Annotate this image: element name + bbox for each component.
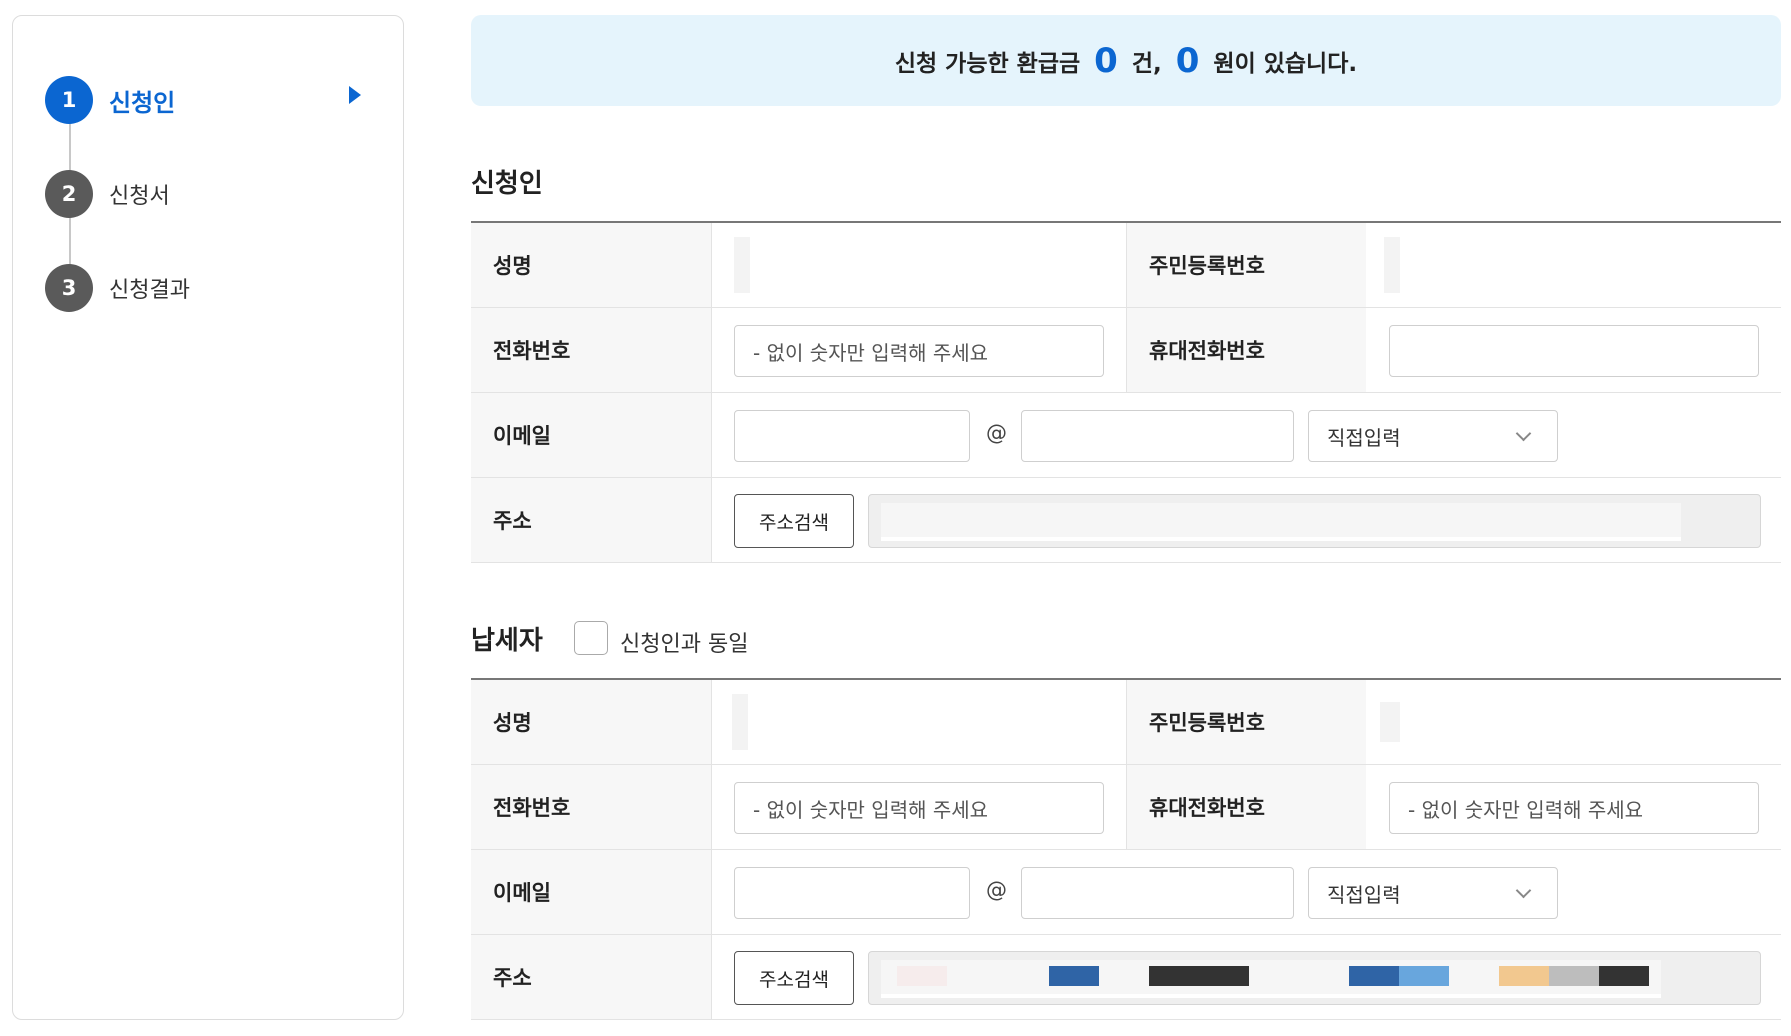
same-as-applicant-checkbox[interactable] <box>574 621 608 655</box>
address-field <box>868 951 1761 1005</box>
applicant-address-row: 주소 주소검색 <box>471 478 1781 563</box>
step-label: 신청서 <box>109 184 170 209</box>
mobile-label: 휴대전화번호 <box>1126 765 1366 849</box>
taxpayer-address-row: 주소 주소검색 <box>471 935 1781 1020</box>
step-label: 신청인 <box>109 88 176 117</box>
email-domain-select[interactable]: 직접입력 <box>1308 867 1558 919</box>
email-domain-input[interactable] <box>1021 867 1294 919</box>
address-value <box>881 503 1681 541</box>
name-label: 성명 <box>471 223 711 307</box>
email-local-input[interactable] <box>734 410 970 462</box>
email-at-sign: @ <box>986 878 1007 902</box>
rrn-label: 주민등록번호 <box>1126 223 1366 307</box>
name-value <box>732 694 748 750</box>
name-label: 성명 <box>471 680 711 764</box>
step-number: 1 <box>45 76 93 124</box>
email-domain-select-value: 직접입력 <box>1327 425 1401 450</box>
taxpayer-section-title: 납세자 <box>471 626 543 656</box>
banner-suffix: 원이 있습니다. <box>1213 50 1358 77</box>
email-local-input[interactable] <box>734 867 970 919</box>
step-number: 2 <box>45 170 93 218</box>
address-label: 주소 <box>471 935 711 1019</box>
phone-label: 전화번호 <box>471 765 711 849</box>
step-2[interactable]: 2 신청서 <box>45 170 170 218</box>
address-value-redacted <box>881 960 1661 998</box>
step-number: 3 <box>45 264 93 312</box>
taxpayer-name-row: 성명 주민등록번호 <box>471 680 1781 765</box>
mobile-input[interactable]: - 없이 숫자만 입력해 주세요 <box>1389 782 1759 834</box>
address-field <box>868 494 1761 548</box>
address-search-button[interactable]: 주소검색 <box>734 951 854 1005</box>
refund-summary-banner: 신청 가능한 환급금 0 건, 0 원이 있습니다. <box>471 15 1781 106</box>
address-search-button[interactable]: 주소검색 <box>734 494 854 548</box>
refund-count: 0 <box>1094 40 1118 81</box>
name-value <box>734 237 750 293</box>
email-domain-select-value: 직접입력 <box>1327 882 1401 907</box>
rrn-value <box>1384 237 1400 293</box>
email-label: 이메일 <box>471 393 711 477</box>
email-domain-input[interactable] <box>1021 410 1294 462</box>
mobile-input[interactable] <box>1389 325 1759 377</box>
email-at-sign: @ <box>986 421 1007 445</box>
step-3[interactable]: 3 신청결과 <box>45 264 190 312</box>
taxpayer-form: 성명 주민등록번호 전화번호 - 없이 숫자만 입력해 주세요 휴대전화번호 -… <box>471 678 1781 1020</box>
address-label: 주소 <box>471 478 711 562</box>
phone-label: 전화번호 <box>471 308 711 392</box>
count-unit: 건, <box>1131 50 1162 77</box>
taxpayer-email-row: 이메일 @ 직접입력 <box>471 850 1781 935</box>
refund-amount: 0 <box>1175 40 1200 81</box>
email-domain-select[interactable]: 직접입력 <box>1308 410 1558 462</box>
applicant-name-row: 성명 주민등록번호 <box>471 223 1781 308</box>
current-step-arrow-icon <box>349 86 361 104</box>
rrn-value <box>1380 702 1400 742</box>
same-as-applicant-label[interactable]: 신청인과 동일 <box>620 626 748 658</box>
phone-input[interactable]: - 없이 숫자만 입력해 주세요 <box>734 782 1104 834</box>
chevron-down-icon <box>1515 882 1532 899</box>
rrn-label: 주민등록번호 <box>1126 680 1366 764</box>
applicant-email-row: 이메일 @ 직접입력 <box>471 393 1781 478</box>
step-1[interactable]: 1 신청인 <box>45 76 175 124</box>
taxpayer-phone-row: 전화번호 - 없이 숫자만 입력해 주세요 휴대전화번호 - 없이 숫자만 입력… <box>471 765 1781 850</box>
email-label: 이메일 <box>471 850 711 934</box>
mobile-label: 휴대전화번호 <box>1126 308 1366 392</box>
applicant-section-title: 신청인 <box>471 169 543 199</box>
phone-input[interactable]: - 없이 숫자만 입력해 주세요 <box>734 325 1104 377</box>
step-label: 신청결과 <box>109 278 190 303</box>
chevron-down-icon <box>1515 425 1532 442</box>
applicant-phone-row: 전화번호 - 없이 숫자만 입력해 주세요 휴대전화번호 <box>471 308 1781 393</box>
banner-prefix: 신청 가능한 환급금 <box>894 50 1081 77</box>
applicant-form: 성명 주민등록번호 전화번호 - 없이 숫자만 입력해 주세요 휴대전화번호 이… <box>471 221 1781 563</box>
